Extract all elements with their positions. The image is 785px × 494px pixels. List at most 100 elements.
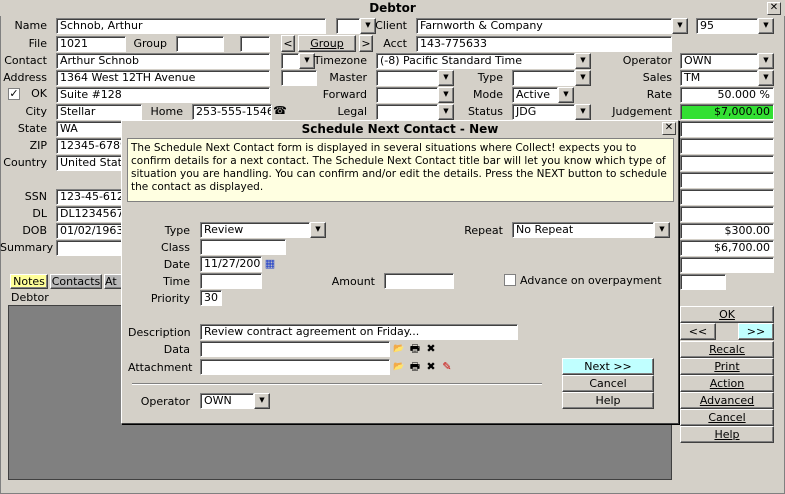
tab-contacts[interactable]: Contacts — [50, 274, 102, 289]
ok-checkbox[interactable]: ✓ — [8, 88, 20, 100]
file-field[interactable]: 1021 — [56, 36, 126, 52]
master-field[interactable] — [376, 70, 438, 86]
address2-field[interactable]: Suite #128 — [56, 87, 270, 103]
group-field-2[interactable] — [240, 36, 270, 52]
dialog-priority-field[interactable]: 30 — [200, 290, 222, 306]
amount2-field[interactable]: $6,700.00 — [680, 240, 774, 256]
attachment-folder-icon[interactable]: 📂 — [392, 360, 406, 374]
data-printer-icon[interactable]: 🖶 — [408, 342, 422, 356]
data-delete-icon[interactable]: ✖ — [424, 342, 438, 356]
contact-extra-field[interactable] — [281, 53, 299, 69]
status-field[interactable]: JDG — [512, 104, 575, 120]
dialog-date-field[interactable]: 11/27/2008 — [200, 256, 262, 272]
dialog-repeat-field[interactable]: No Repeat — [512, 222, 654, 238]
financial-field-4[interactable] — [680, 172, 774, 188]
tab-notes[interactable]: Notes — [10, 274, 48, 289]
mode-dropdown-icon[interactable]: ▼ — [558, 87, 574, 103]
dialog-time-field[interactable] — [200, 273, 262, 289]
ok-button[interactable]: OK — [680, 306, 774, 323]
financial-field-7[interactable] — [680, 257, 774, 273]
dialog-attachment-field[interactable] — [200, 359, 390, 375]
operator-field[interactable]: OWN — [680, 53, 758, 69]
dialog-next-button[interactable]: Next >> — [562, 358, 654, 375]
help-button[interactable]: Help — [680, 426, 774, 443]
attachment-printer-icon[interactable]: 🖶 — [408, 360, 422, 374]
financial-field-8[interactable] — [680, 274, 726, 290]
type-field[interactable] — [512, 70, 575, 86]
financial-field-3[interactable] — [680, 155, 774, 171]
operator-dropdown-icon[interactable]: ▼ — [758, 53, 774, 69]
financial-field-5[interactable] — [680, 189, 774, 205]
acct-label: Acct — [383, 37, 407, 50]
dialog-cancel-button[interactable]: Cancel — [562, 375, 654, 392]
recalc-button[interactable]: Recalc — [680, 341, 774, 358]
phone-icon[interactable]: ☎ — [273, 104, 287, 118]
sales-label: Sales — [642, 71, 672, 84]
status-dropdown-icon[interactable]: ▼ — [575, 104, 591, 120]
financial-field-1[interactable] — [680, 121, 774, 137]
amount1-field[interactable]: $300.00 — [680, 223, 774, 239]
state-field[interactable]: WA — [56, 121, 126, 137]
dialog-close-icon[interactable]: ✕ — [662, 122, 676, 135]
dialog-amount-field[interactable] — [384, 273, 454, 289]
dialog-description-field[interactable]: Review contract agreement on Friday... — [200, 324, 518, 340]
sales-field[interactable]: TM — [680, 70, 758, 86]
dialog-operator-field[interactable]: OWN — [200, 393, 254, 409]
data-folder-icon[interactable]: 📂 — [392, 342, 406, 356]
legal-field[interactable] — [376, 104, 438, 120]
client-code-dropdown-icon[interactable]: ▼ — [758, 18, 774, 34]
name-extra-field[interactable] — [336, 18, 360, 34]
dialog-divider — [132, 383, 542, 385]
name-field[interactable]: Schnob, Arthur — [56, 18, 326, 34]
type-dropdown-icon[interactable]: ▼ — [575, 70, 591, 86]
dialog-operator-dropdown-icon[interactable]: ▼ — [254, 393, 270, 409]
print-button[interactable]: Print — [680, 358, 774, 375]
summary-field[interactable] — [56, 240, 126, 256]
client-field[interactable]: Farnworth & Company — [416, 18, 672, 34]
prev-record-button[interactable]: << — [680, 323, 716, 340]
dialog-type-dropdown-icon[interactable]: ▼ — [310, 222, 326, 238]
group-button[interactable]: Group — [298, 35, 356, 52]
mode-field[interactable]: Active — [512, 87, 558, 103]
group-prev-button[interactable]: < — [281, 35, 295, 52]
dialog-class-field[interactable] — [200, 239, 286, 255]
dialog-type-field[interactable]: Review — [200, 222, 310, 238]
acct-field[interactable]: 143-775633 — [416, 36, 672, 52]
dialog-data-field[interactable] — [200, 341, 390, 357]
dl-field[interactable]: DL12345678 — [56, 206, 126, 222]
ssn-field[interactable]: 123-45-6123 — [56, 189, 126, 205]
home-phone-field[interactable]: 253-555-1546 — [192, 104, 272, 120]
master-dropdown-icon[interactable]: ▼ — [438, 70, 454, 86]
financial-field-2[interactable] — [680, 138, 774, 154]
group-field[interactable] — [176, 36, 224, 52]
forward-dropdown-icon[interactable]: ▼ — [438, 87, 454, 103]
dialog-help-button[interactable]: Help — [562, 392, 654, 409]
window-close-icon[interactable]: ✕ — [767, 2, 781, 15]
client-dropdown-icon[interactable]: ▼ — [672, 18, 688, 34]
advanced-button[interactable]: Advanced — [680, 392, 774, 409]
judgement-field[interactable]: $7,000.00 — [680, 104, 774, 120]
zip-field[interactable]: 12345-6789 — [56, 138, 126, 154]
advance-overpayment-checkbox[interactable] — [504, 274, 516, 286]
city-field[interactable]: Stellar — [56, 104, 142, 120]
ssn-label: SSN — [24, 190, 47, 203]
next-record-button[interactable]: >> — [738, 323, 774, 340]
calendar-icon[interactable]: ▦ — [263, 257, 277, 271]
rate-field[interactable]: 50.000 % — [680, 87, 774, 103]
attachment-delete-icon[interactable]: ✖ — [424, 360, 438, 374]
country-field[interactable]: United States — [56, 155, 126, 171]
client-code-field[interactable]: 95 — [696, 18, 758, 34]
sales-dropdown-icon[interactable]: ▼ — [758, 70, 774, 86]
timezone-dropdown-icon[interactable]: ▼ — [575, 53, 591, 69]
financial-field-6[interactable] — [680, 206, 774, 222]
timezone-field[interactable]: (-8) Pacific Standard Time — [376, 53, 575, 69]
contact-field[interactable]: Arthur Schnob — [56, 53, 270, 69]
dob-field[interactable]: 01/02/1963 — [56, 223, 126, 239]
cancel-button[interactable]: Cancel — [680, 409, 774, 426]
dialog-repeat-dropdown-icon[interactable]: ▼ — [654, 222, 670, 238]
legal-dropdown-icon[interactable]: ▼ — [438, 104, 454, 120]
address1-field[interactable]: 1364 West 12TH Avenue — [56, 70, 270, 86]
action-button[interactable]: Action — [680, 375, 774, 392]
attachment-tools-icon[interactable]: ✎ — [440, 360, 454, 374]
forward-field[interactable] — [376, 87, 438, 103]
